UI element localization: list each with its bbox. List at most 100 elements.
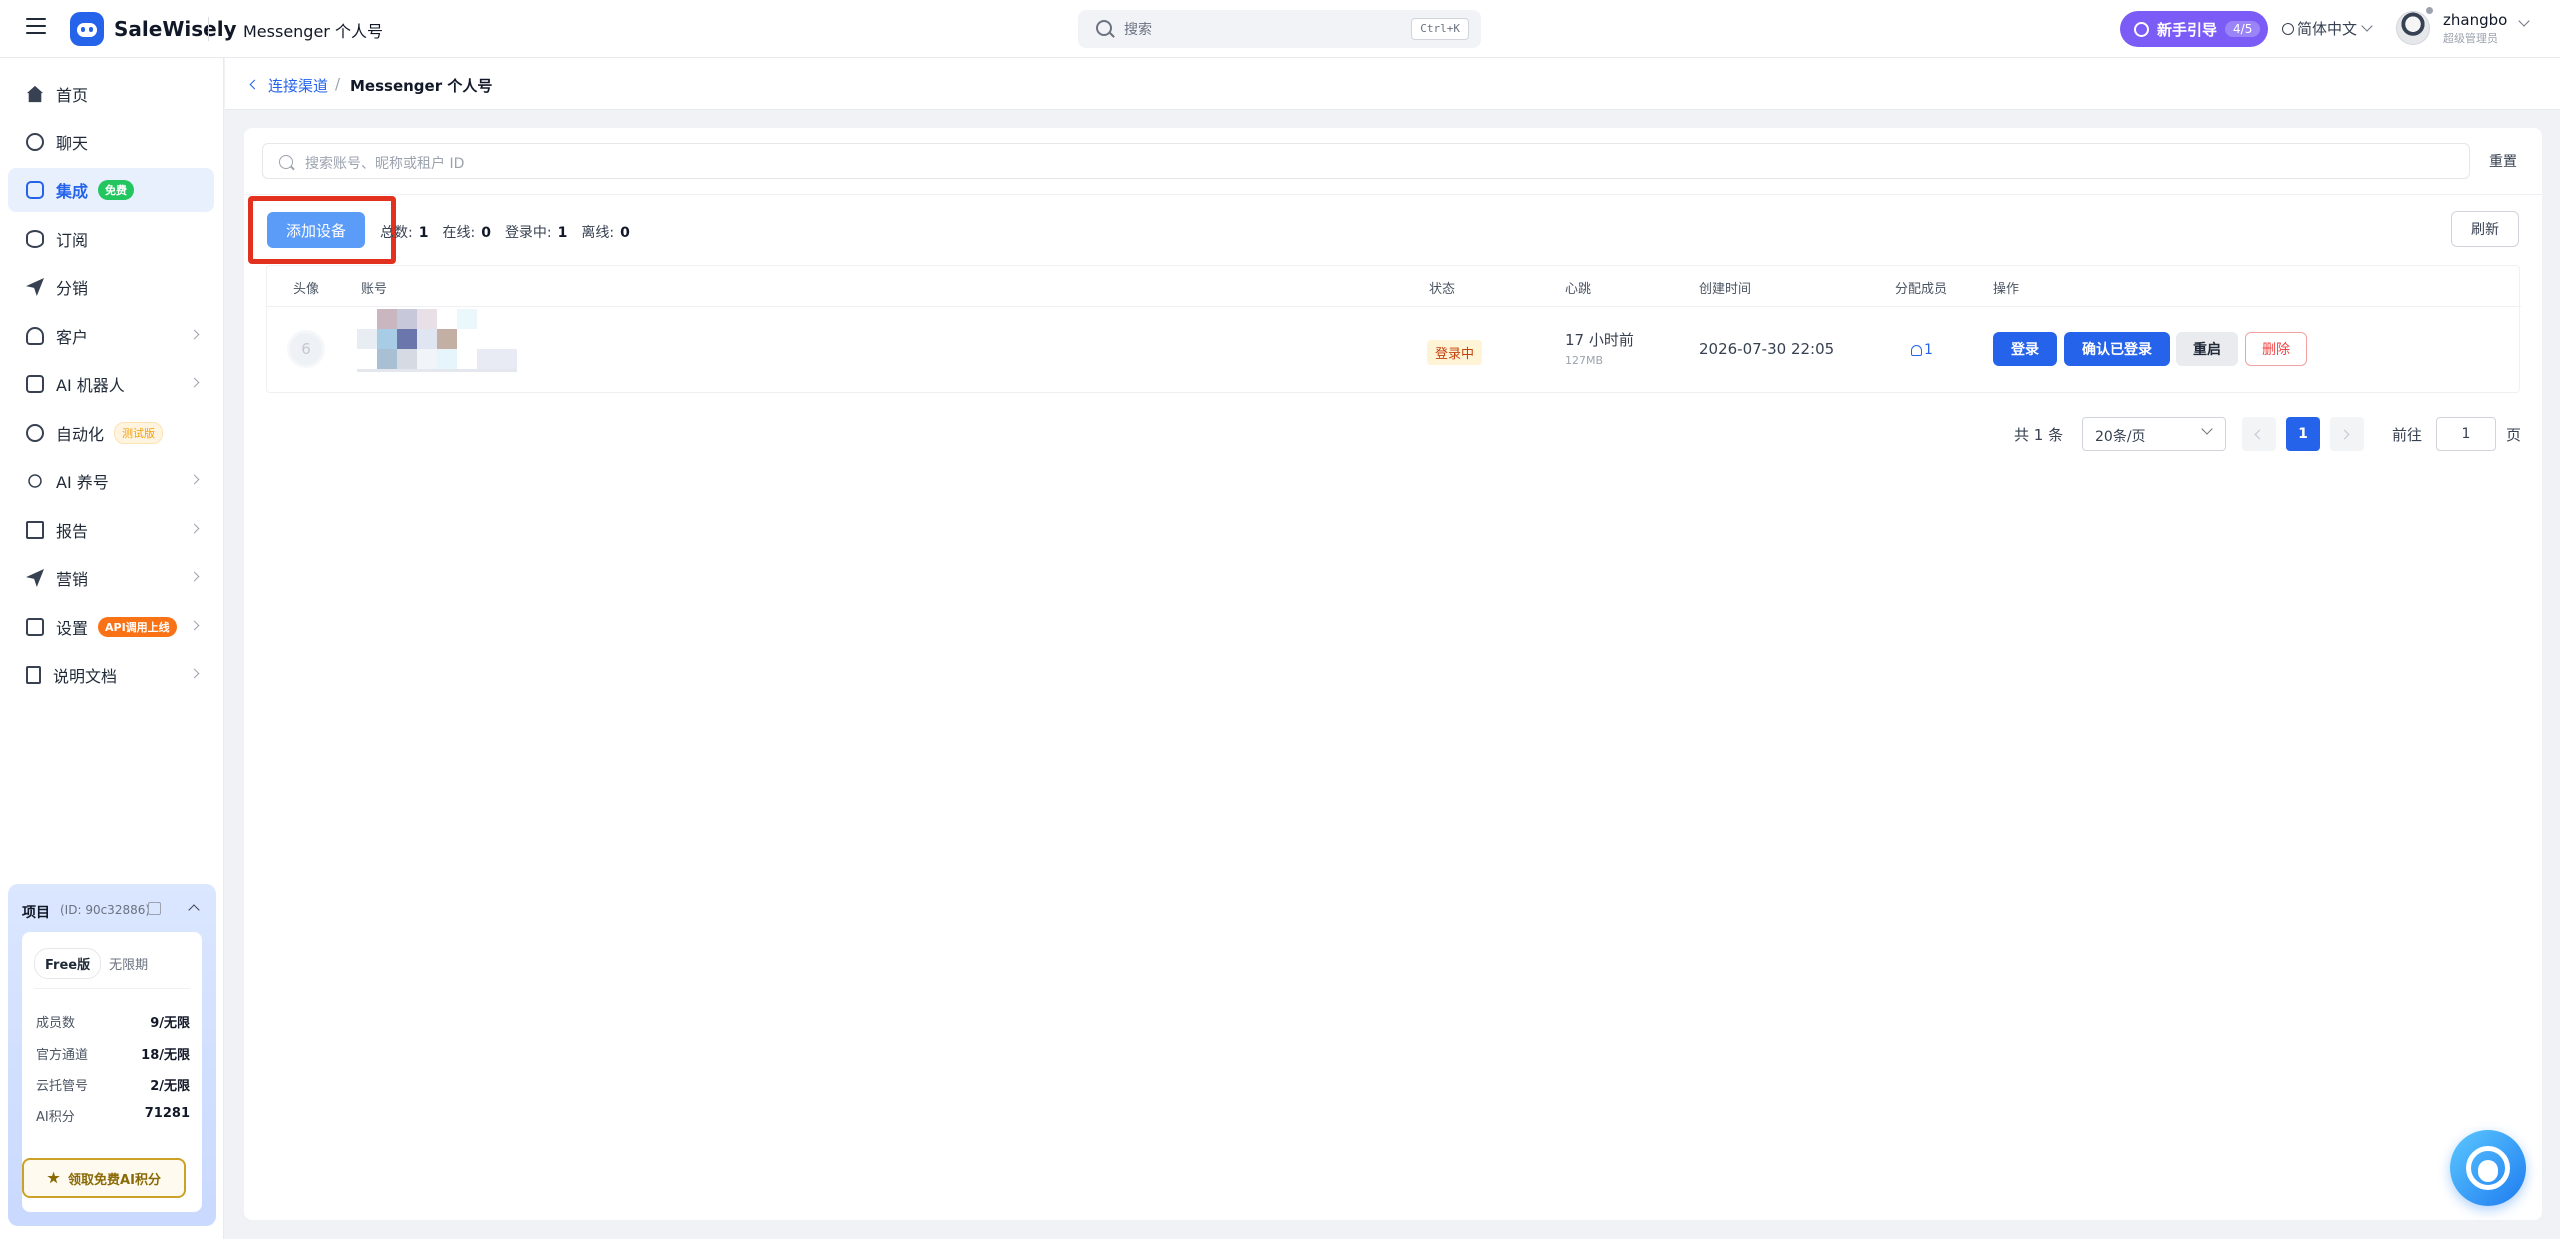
assigned-members[interactable]: 1 <box>1911 342 1933 358</box>
sidebar-item-label: 首页 <box>56 86 89 105</box>
guide-progress: 4/5 <box>2225 21 2261 37</box>
column-header: 状态 <box>1429 282 1456 297</box>
page-title: Messenger 个人号 <box>243 22 383 41</box>
stat-cloud-accounts: 云托管号 2/无限 <box>36 1079 190 1094</box>
search-shortcut: Ctrl+K <box>1411 18 1469 40</box>
robot-icon <box>26 375 44 393</box>
sidebar-item-label: 报告 <box>56 522 89 541</box>
report-icon <box>26 521 44 539</box>
next-page-button[interactable] <box>2330 417 2364 451</box>
user-icon <box>1911 344 1922 356</box>
sidebar-item-label: AI 机器人 <box>56 376 125 395</box>
sidebar-item-chat[interactable]: 聊天 <box>8 120 214 164</box>
count-offline: 离线: 0 <box>581 225 630 241</box>
copy-icon[interactable] <box>148 902 161 915</box>
column-header: 头像 <box>293 282 320 297</box>
breadcrumb-current: Messenger 个人号 <box>350 77 493 95</box>
home-icon <box>26 85 44 103</box>
brand-logo[interactable]: SaleWisely <box>70 12 237 46</box>
api-badge: API调用上线 <box>98 617 177 637</box>
sidebar-item-label: 自动化 <box>56 425 105 444</box>
global-search[interactable]: 搜索 Ctrl+K <box>1078 10 1481 48</box>
sidebar-item-marketing[interactable]: 营销 <box>8 556 214 600</box>
robot-logo-icon <box>70 12 104 46</box>
sidebar-item-ai-bot[interactable]: AI 机器人 <box>8 362 214 406</box>
chevron-down-icon <box>2201 423 2213 435</box>
database-icon <box>26 230 44 248</box>
confirm-logged-in-button[interactable]: 确认已登录 <box>2064 332 2170 366</box>
sidebar-item-label: 客户 <box>56 328 89 347</box>
search-icon <box>1096 20 1112 36</box>
highlight-box <box>248 196 396 264</box>
devices-table: 头像 账号 状态 心跳 创建时间 分配成员 操作 6 登录中 17 小时前 12… <box>266 265 2521 393</box>
menu-icon[interactable] <box>26 18 46 36</box>
chevron-left-icon[interactable] <box>249 79 260 90</box>
refresh-button[interactable]: 刷新 <box>2451 211 2519 247</box>
reset-button[interactable]: 重置 <box>2489 151 2517 171</box>
prev-page-button[interactable] <box>2242 417 2276 451</box>
project-title: 项目 <box>22 905 50 921</box>
breadcrumb-parent-link[interactable]: 连接渠道 <box>268 75 328 96</box>
free-badge: 免费 <box>98 180 135 200</box>
globe-icon <box>2282 22 2294 35</box>
stat-members: 成员数 9/无限 <box>36 1016 190 1031</box>
support-chat-button[interactable] <box>2450 1130 2526 1206</box>
search-placeholder: 搜索账号、昵称或租户 ID <box>305 156 465 172</box>
status-badge: 登录中 <box>1427 340 1483 365</box>
chevron-right-icon <box>189 474 200 485</box>
user-icon <box>26 327 44 345</box>
count-logging-in: 登录中: 1 <box>504 225 568 241</box>
stat-ai-credits: AI积分 71281 <box>36 1106 190 1125</box>
goto-page-input[interactable]: 1 <box>2436 417 2496 451</box>
claim-ai-credits-button[interactable]: 领取免费AI积分 <box>22 1158 186 1198</box>
sidebar-item-distribution[interactable]: 分销 <box>8 265 214 309</box>
compass-icon <box>2134 21 2149 37</box>
chevron-up-icon[interactable] <box>188 904 200 916</box>
search-placeholder: 搜索 <box>1124 22 1152 38</box>
account-search-input[interactable]: 搜索账号、昵称或租户 ID <box>262 143 2470 179</box>
column-header: 操作 <box>1993 282 2020 297</box>
chevron-right-icon <box>189 668 200 679</box>
language-selector[interactable]: 简体中文 <box>2282 18 2373 39</box>
column-header: 心跳 <box>1565 282 1592 297</box>
brand-name: SaleWisely <box>114 17 237 41</box>
chevron-down-icon <box>2361 20 2373 32</box>
send-icon <box>26 278 44 296</box>
delete-button[interactable]: 删除 <box>2245 332 2307 366</box>
sidebar-item-subscription[interactable]: 订阅 <box>8 217 214 261</box>
claim-label: 领取免费AI积分 <box>68 1172 161 1188</box>
sidebar-item-label: 聊天 <box>56 134 89 153</box>
breadcrumb-separator: / <box>335 75 341 93</box>
sidebar-item-reports[interactable]: 报告 <box>8 508 214 552</box>
sidebar-item-home[interactable]: 首页 <box>8 72 214 116</box>
login-button[interactable]: 登录 <box>1993 332 2057 366</box>
top-header: SaleWisely Messenger 个人号 搜索 Ctrl+K 新手引导 … <box>0 0 2560 58</box>
onboarding-guide-button[interactable]: 新手引导 4/5 <box>2120 11 2268 47</box>
column-header: 创建时间 <box>1699 282 1752 297</box>
status-dot <box>2426 7 2433 14</box>
user-avatar[interactable] <box>2396 11 2430 45</box>
sidebar-item-docs[interactable]: 说明文档 <box>8 653 214 697</box>
sidebar-item-settings[interactable]: 设置 API调用上线 <box>8 605 214 649</box>
user-role: 超级管理员 <box>2443 32 2498 45</box>
language-label: 简体中文 <box>2297 20 2358 38</box>
project-id: (ID: 90c32886) <box>60 903 151 917</box>
sidebar-item-label: 说明文档 <box>53 667 118 686</box>
goto-label: 前往 <box>2392 426 2423 444</box>
header-divider <box>208 17 209 41</box>
user-name[interactable]: zhangbo <box>2443 11 2507 29</box>
user-menu-chevron-icon[interactable] <box>2518 15 2530 27</box>
restart-button[interactable]: 重启 <box>2176 332 2238 366</box>
breadcrumb: 连接渠道 / Messenger 个人号 <box>225 58 2560 110</box>
sidebar-item-ai-nurture[interactable]: AI 养号 <box>8 459 214 503</box>
sidebar-item-customers[interactable]: 客户 <box>8 314 214 358</box>
divider <box>244 194 2542 195</box>
page-size-select[interactable]: 20条/页 <box>2082 417 2226 451</box>
sidebar-item-integration[interactable]: 集成 免费 <box>8 168 214 212</box>
device-counts: 总数: 1 在线: 0 登录中: 1 离线: 0 <box>380 222 630 242</box>
sidebar-item-automation[interactable]: 自动化 测试版 <box>8 411 214 455</box>
stat-official-channels: 官方通道 18/无限 <box>36 1048 190 1063</box>
doc-icon <box>26 666 41 684</box>
page-number-current[interactable]: 1 <box>2286 417 2320 451</box>
send-icon <box>26 569 44 587</box>
